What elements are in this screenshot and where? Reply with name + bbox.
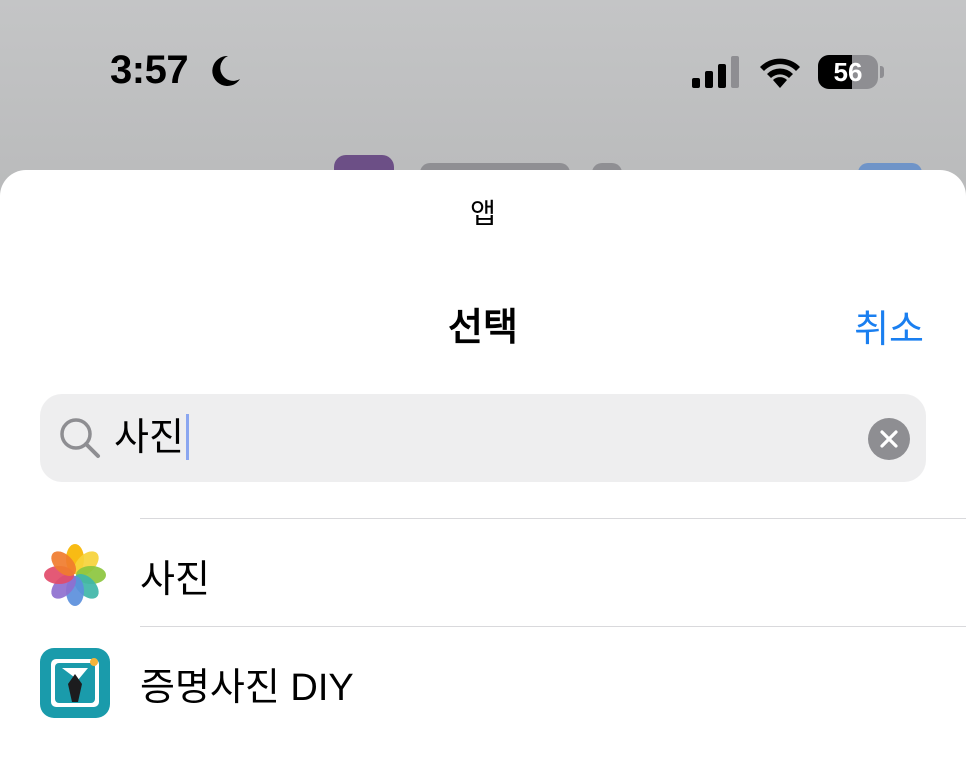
text-caret: [185, 413, 189, 460]
id-photo-diy-app-icon: [40, 648, 110, 718]
list-item-id-photo-diy[interactable]: 증명사진 DIY: [0, 628, 966, 734]
sheet-caption: 앱: [470, 198, 496, 229]
list-divider: [140, 626, 966, 627]
status-bar: 3:57 56: [0, 0, 966, 150]
app-picker-sheet: 앱 선택 취소 사진 사진 증명사진 DIY: [0, 170, 966, 780]
photos-app-icon: [44, 544, 106, 606]
status-time: 3:57: [110, 48, 189, 92]
clear-search-button[interactable]: [868, 418, 910, 460]
list-item-label: 사진: [140, 559, 210, 601]
sheet-title: 선택: [448, 307, 518, 349]
wifi-icon: [760, 58, 800, 88]
battery-body: 56: [818, 55, 878, 89]
search-icon: [60, 418, 100, 458]
search-input-value: 사진: [114, 417, 184, 459]
list-item-label: 증명사진 DIY: [140, 667, 354, 709]
search-bar[interactable]: 사진: [40, 394, 926, 482]
list-item-photos[interactable]: 사진: [0, 520, 966, 626]
clear-icon: [880, 430, 898, 448]
moon-icon: [212, 55, 240, 86]
signal-icon: [692, 56, 739, 88]
list-divider: [140, 518, 966, 519]
battery-cap: [880, 66, 884, 78]
cancel-button[interactable]: 취소: [854, 298, 924, 353]
search-input[interactable]: 사진: [114, 408, 189, 468]
battery-level-text: 56: [833, 57, 863, 87]
battery-icon: 56: [818, 55, 884, 89]
